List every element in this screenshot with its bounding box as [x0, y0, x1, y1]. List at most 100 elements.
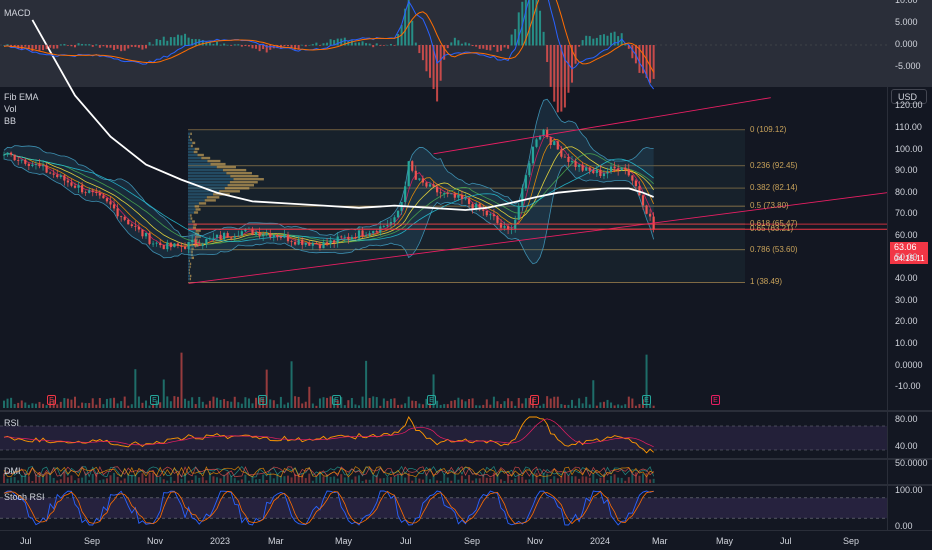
- dmi-bar: [624, 480, 627, 483]
- dmi-bar: [457, 479, 460, 483]
- dmi-bar: [77, 478, 80, 483]
- candle-body: [343, 236, 346, 238]
- chart-workspace[interactable]: MACD Fib EMA Vol BB RSI DMI Stoch RSI US…: [0, 0, 932, 550]
- volume-bar: [326, 397, 329, 408]
- volume-profile-bar: [197, 153, 204, 157]
- dmi-bar: [567, 475, 570, 483]
- volume-bar: [38, 401, 41, 408]
- dmi-bar: [113, 472, 116, 483]
- macd-histogram-bar: [88, 44, 91, 46]
- volume-bar: [219, 399, 222, 408]
- volume-bar: [315, 405, 318, 408]
- candle-body: [599, 169, 602, 177]
- chart-canvas[interactable]: [0, 0, 932, 550]
- price-axis-tick: 40.00: [895, 273, 918, 284]
- dmi-bar: [617, 477, 620, 483]
- volume-profile-bar: [188, 256, 192, 260]
- volume-bar: [159, 402, 162, 408]
- volume-bar: [478, 405, 481, 408]
- volume-bar: [10, 397, 13, 408]
- dmi-bar: [141, 473, 144, 483]
- macd-histogram-bar: [414, 42, 417, 46]
- dmi-bar: [524, 479, 527, 483]
- candle-body: [563, 156, 566, 158]
- volume-bar: [521, 403, 524, 408]
- dmi-bar: [599, 477, 602, 483]
- macd-histogram-bar: [595, 37, 598, 46]
- candle-body: [31, 164, 34, 167]
- dmi-bar: [421, 479, 424, 483]
- volume-profile-bar: [188, 159, 208, 163]
- macd-histogram-bar: [393, 45, 396, 46]
- macd-histogram-bar: [216, 41, 218, 46]
- volume-profile-bar: [194, 205, 200, 208]
- candle-body: [336, 236, 339, 243]
- volume-bar: [113, 397, 116, 408]
- dmi-bar: [439, 480, 442, 483]
- candle-body: [2, 154, 6, 156]
- dmi-bar: [308, 473, 311, 483]
- volume-bar: [492, 396, 495, 408]
- dmi-bar: [52, 477, 55, 483]
- candle-body: [460, 194, 464, 200]
- macd-histogram-bar: [542, 31, 545, 46]
- macd-histogram-bar: [98, 45, 101, 48]
- macd-histogram-bar: [528, 0, 531, 46]
- fib-level-label: 0.382 (82.14): [750, 183, 798, 193]
- volume-bar: [588, 404, 591, 408]
- volume-profile-bar: [190, 274, 192, 278]
- dmi-bar: [123, 478, 126, 483]
- volume-profile-bar: [188, 277, 190, 281]
- dmi-bar: [162, 479, 165, 483]
- volume-bar: [272, 400, 275, 408]
- candle-body: [237, 235, 240, 237]
- candle-body: [17, 160, 20, 162]
- dmi-bar: [91, 473, 94, 483]
- macd-histogram-bar: [244, 45, 247, 47]
- dmi-bar: [251, 476, 254, 483]
- volume-profile-bar: [188, 168, 223, 172]
- volume-bar: [620, 405, 623, 408]
- candle-body: [311, 243, 314, 246]
- volume-bar: [301, 403, 304, 408]
- macd-histogram-bar: [492, 45, 495, 47]
- candle-body: [212, 237, 215, 239]
- dmi-bar: [588, 477, 591, 483]
- dmi-bar: [66, 477, 69, 483]
- dmi-bar: [74, 480, 76, 483]
- candle-body: [588, 167, 591, 171]
- macd-histogram-bar: [24, 45, 27, 47]
- volume-profile-bar: [192, 141, 196, 145]
- macd-histogram-bar: [329, 39, 332, 46]
- volume-profile-bar: [188, 205, 195, 208]
- candle-body: [361, 230, 364, 237]
- macd-histogram-bar: [251, 45, 254, 49]
- macd-histogram-bar: [375, 43, 378, 46]
- macd-histogram-bar: [549, 45, 552, 87]
- dmi-line: [3, 466, 654, 478]
- time-axis-tick: Sep: [843, 536, 860, 546]
- volume-bar: [546, 396, 549, 408]
- volume-bar: [297, 396, 300, 408]
- price-axis-tick: -10.00: [895, 381, 921, 392]
- volume-profile-bar: [227, 184, 255, 187]
- candle-body: [194, 240, 197, 245]
- dmi-bar: [382, 478, 385, 483]
- ema-indicator-label: Fib EMA: [4, 92, 39, 102]
- macd-histogram-bar: [159, 39, 162, 46]
- candle-body: [283, 234, 286, 238]
- macd-histogram-bar: [105, 45, 108, 48]
- volume-bar: [63, 398, 66, 408]
- dmi-bar: [262, 474, 265, 483]
- volume-bar: [198, 396, 201, 408]
- candle-body: [581, 164, 584, 171]
- macd-histogram-bar: [485, 45, 488, 50]
- earnings-marker: E: [47, 395, 56, 405]
- dmi-bar: [453, 473, 456, 483]
- macd-histogram-bar: [194, 39, 197, 46]
- candle-body: [10, 152, 13, 155]
- volume-profile-bar: [188, 199, 205, 202]
- macd-histogram-bar: [553, 45, 556, 102]
- macd-histogram-bar: [31, 45, 34, 52]
- volume-profile-bar: [195, 208, 201, 211]
